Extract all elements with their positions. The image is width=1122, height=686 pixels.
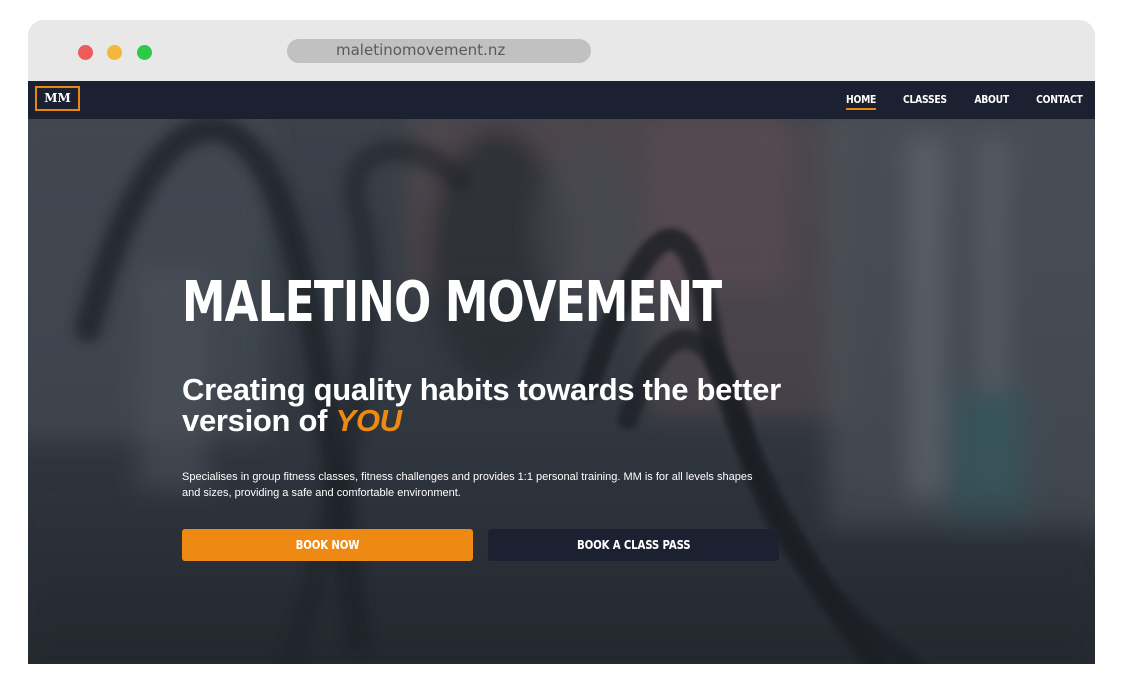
- hero-tagline: Creating quality habits towards the bett…: [182, 374, 822, 436]
- book-now-button[interactable]: BOOK NOW: [182, 529, 473, 561]
- site-logo[interactable]: MM: [35, 86, 80, 111]
- tagline-text: Creating quality habits towards the bett…: [182, 372, 781, 438]
- maximize-window-button[interactable]: [137, 45, 152, 60]
- browser-window: maletinomovement.nz MM HOME CLASSES ABOU…: [28, 20, 1095, 664]
- hero-description: Specialises in group fitness classes, fi…: [182, 471, 753, 499]
- tagline-accent: YOU: [335, 403, 402, 438]
- book-class-pass-button[interactable]: BOOK A CLASS PASS: [488, 529, 779, 561]
- book-class-pass-label: BOOK A CLASS PASS: [576, 538, 691, 552]
- nav-link-home[interactable]: HOME: [846, 94, 876, 110]
- nav-link-contact[interactable]: CONTACT: [1036, 94, 1083, 106]
- site-navbar: MM HOME CLASSES ABOUT CONTACT: [28, 81, 1095, 119]
- nav-link-about[interactable]: ABOUT: [974, 94, 1009, 106]
- hero-section: MALETINO MOVEMENT Creating quality habit…: [28, 119, 1095, 664]
- page-viewport: MM HOME CLASSES ABOUT CONTACT MALETINO M…: [28, 81, 1095, 664]
- address-bar[interactable]: maletinomovement.nz: [287, 39, 591, 63]
- main-nav: HOME CLASSES ABOUT CONTACT: [844, 81, 1086, 119]
- minimize-window-button[interactable]: [107, 45, 122, 60]
- nav-link-classes[interactable]: CLASSES: [903, 94, 947, 106]
- browser-chrome: maletinomovement.nz: [28, 20, 1095, 81]
- hero-title: MALETINO MOVEMENT: [182, 270, 722, 335]
- book-now-label: BOOK NOW: [295, 538, 360, 552]
- close-window-button[interactable]: [78, 45, 93, 60]
